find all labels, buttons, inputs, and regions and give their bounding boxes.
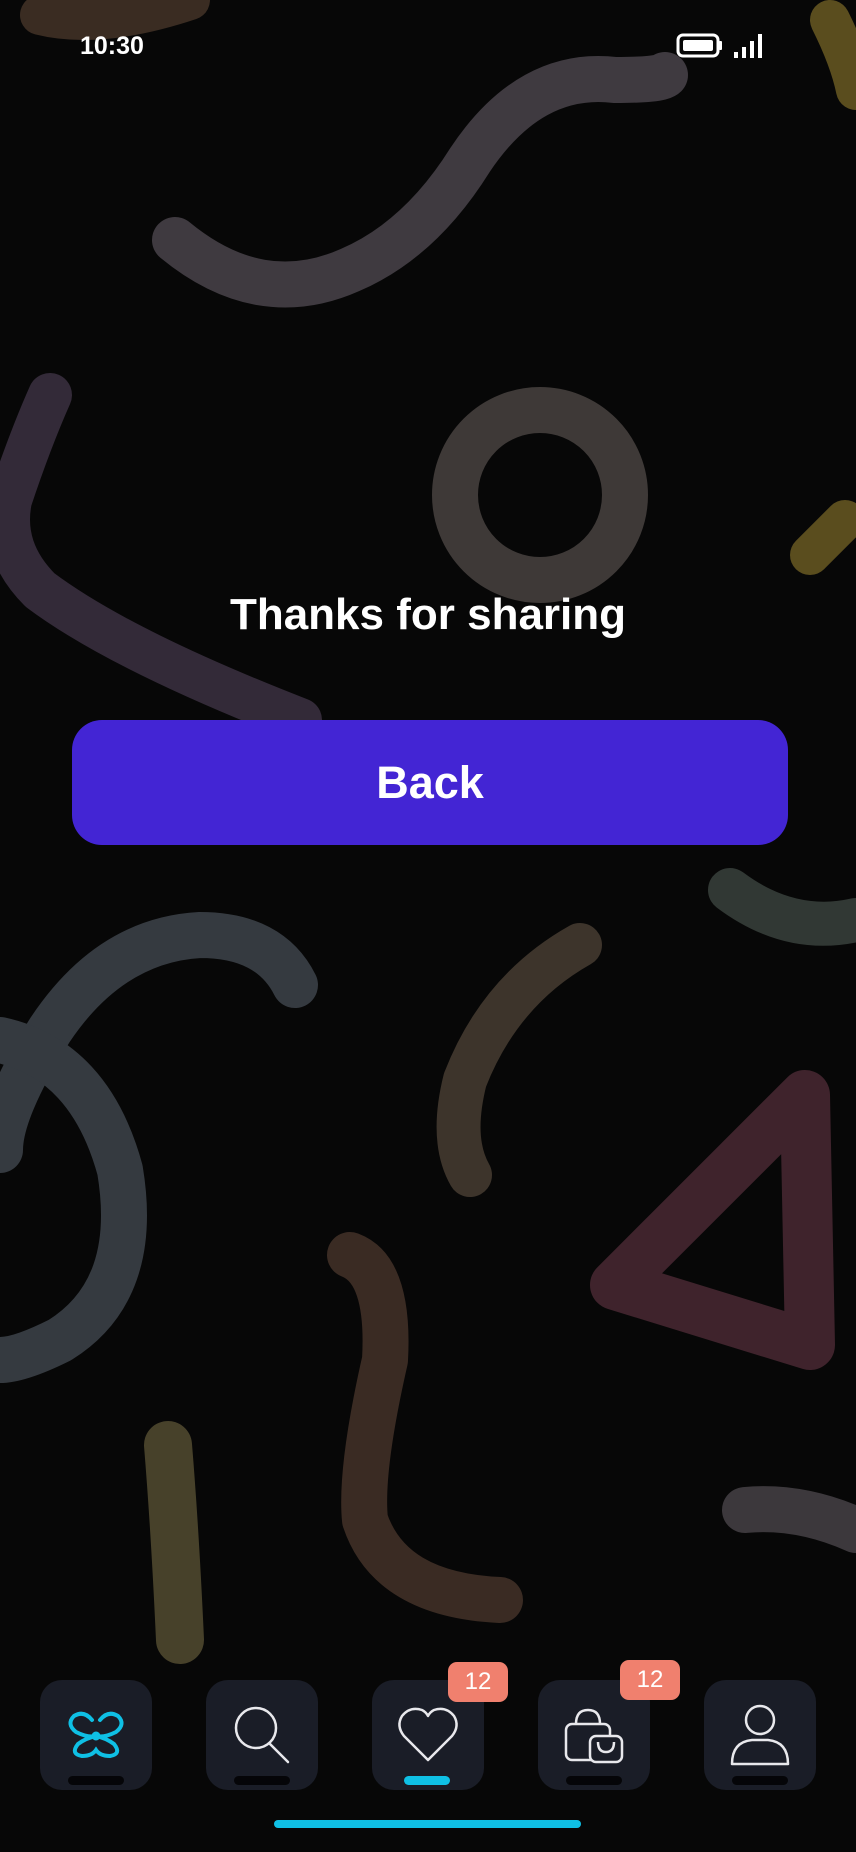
search-icon (234, 1706, 290, 1764)
tab-indicator (732, 1776, 788, 1785)
user-icon (730, 1704, 790, 1766)
bag-badge: 12 (620, 1660, 680, 1700)
heart-icon (398, 1707, 458, 1762)
tab-profile[interactable] (704, 1680, 816, 1790)
tab-indicator (234, 1776, 290, 1785)
tab-indicator (566, 1776, 622, 1785)
signal-icon (734, 34, 762, 58)
logo-icon (68, 1711, 124, 1759)
tab-indicator (68, 1776, 124, 1785)
tab-search[interactable] (206, 1680, 318, 1790)
favorites-badge: 12 (448, 1662, 508, 1702)
shopping-bag-icon (564, 1708, 624, 1764)
back-button[interactable]: Back (72, 720, 788, 845)
home-indicator[interactable] (274, 1820, 581, 1828)
status-time: 10:30 (80, 32, 144, 60)
tab-home[interactable] (40, 1680, 152, 1790)
status-bar: 10:30 (0, 0, 856, 96)
bottom-tab-bar: 12 12 (0, 1650, 856, 1790)
background-doodles (0, 0, 856, 1664)
battery-icon (676, 33, 722, 58)
tab-active-indicator (404, 1776, 450, 1785)
thanks-message: Thanks for sharing (229, 590, 627, 639)
status-icons (676, 33, 762, 58)
